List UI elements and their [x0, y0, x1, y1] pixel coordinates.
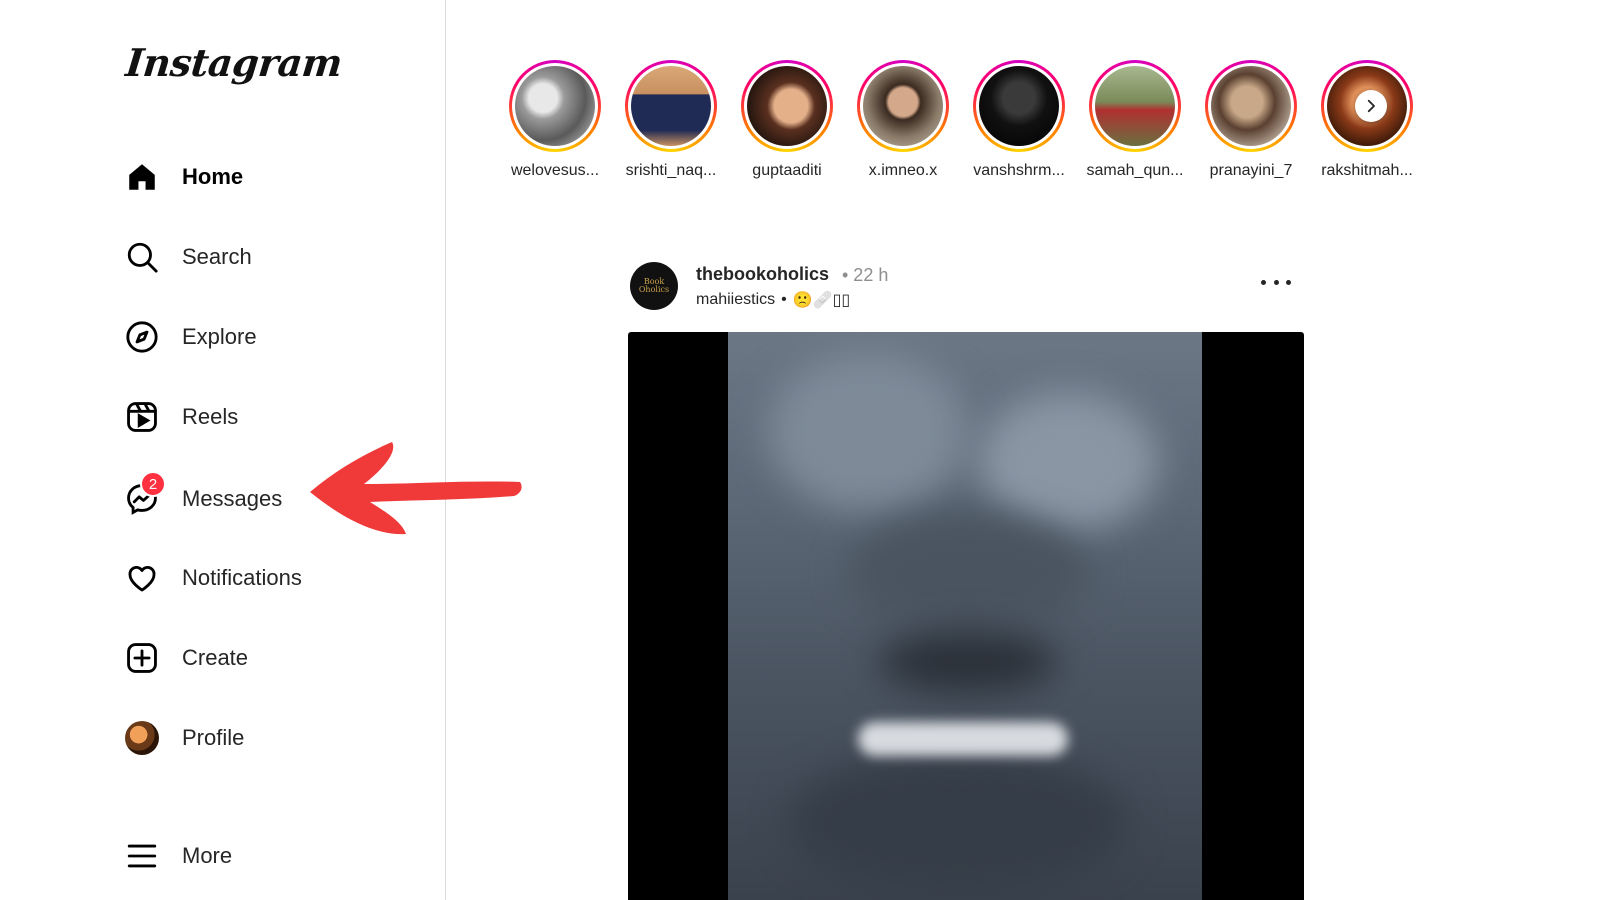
story-avatar [747, 66, 827, 146]
story-item[interactable]: pranayini_7 [1195, 60, 1307, 180]
sidebar-item-label: Explore [182, 324, 257, 349]
sidebar-item-reels[interactable]: Reels [124, 395, 384, 439]
sidebar-item-label: Create [182, 645, 249, 670]
story-avatar [863, 66, 943, 146]
home-icon [124, 159, 160, 195]
story-avatar [515, 66, 595, 146]
sidebar-item-search[interactable]: Search [124, 235, 384, 279]
sidebar-item-label: Messages [182, 486, 283, 511]
story-username: x.imneo.x [868, 162, 938, 179]
sidebar-item-more[interactable]: More [124, 834, 384, 878]
post-subline: mahiiestics • 🙁🩹▯▯ [696, 290, 850, 310]
story-item[interactable]: welovesus... [499, 60, 611, 180]
post-author-avatar[interactable]: Book Oholics [630, 262, 678, 310]
chevron-right-icon [1367, 99, 1375, 113]
story-username: guptaaditi [752, 162, 822, 179]
story-avatar [1095, 66, 1175, 146]
reels-icon [124, 399, 160, 435]
sidebar-item-label: More [182, 843, 233, 868]
search-icon [124, 239, 160, 275]
story-item[interactable]: x.imneo.x [847, 60, 959, 180]
stories-next-button[interactable] [1355, 90, 1387, 122]
sidebar-item-label: Home [182, 164, 244, 189]
story-item[interactable]: samah_qun... [1079, 60, 1191, 180]
menu-icon [124, 838, 160, 874]
sidebar-item-label: Reels [182, 404, 239, 429]
story-item[interactable]: vanshshrm... [963, 60, 1075, 180]
more-options-button[interactable] [1261, 272, 1291, 292]
more-dot-icon [1286, 279, 1291, 285]
post-video-frame [728, 332, 1202, 900]
post-subline-emojis: 🙁🩹▯▯ [792, 292, 851, 309]
unread-badge: 2 [140, 471, 166, 497]
story-username: welovesus... [510, 162, 600, 179]
stories-tray: welovesus... srishti_naq... guptaaditi x… [505, 60, 1415, 190]
avatar [124, 720, 160, 756]
story-avatar [1211, 66, 1291, 146]
more-dot-icon [1261, 279, 1266, 285]
annotation-arrow-icon [310, 442, 522, 535]
post-subline-separator: • [781, 291, 787, 308]
story-username: rakshitmah... [1321, 162, 1413, 179]
post-media[interactable] [628, 332, 1304, 900]
instagram-logo[interactable]: Instagram [124, 40, 345, 85]
blurred-caption [858, 722, 1068, 756]
sidebar-item-create[interactable]: Create [124, 636, 384, 680]
sidebar-item-notifications[interactable]: Notifications [124, 556, 384, 600]
story-avatar [979, 66, 1059, 146]
sidebar-item-label: Notifications [182, 565, 302, 590]
post-header: Book Oholics thebookoholics • 22 h mahii… [630, 258, 1305, 318]
sidebar-item-profile[interactable]: Profile [124, 716, 384, 760]
more-dot-icon [1273, 279, 1279, 285]
post-username[interactable]: thebookoholics [696, 264, 829, 285]
heart-icon [124, 560, 160, 596]
post-audio-user[interactable]: mahiiestics [696, 291, 775, 309]
story-username: srishti_naq... [625, 162, 717, 179]
messenger-icon: 2 [124, 471, 166, 517]
story-username: samah_qun... [1086, 162, 1184, 179]
story-avatar [631, 66, 711, 146]
sidebar-item-home[interactable]: Home [124, 155, 384, 199]
story-username: vanshshrm... [973, 162, 1065, 179]
story-username: pranayini_7 [1209, 162, 1293, 179]
post-timestamp: • 22 h [842, 265, 889, 285]
sidebar-item-label: Search [182, 244, 252, 269]
story-item[interactable]: srishti_naq... [615, 60, 727, 180]
feed-post: Book Oholics thebookoholics • 22 h mahii… [628, 258, 1305, 900]
compass-icon [124, 319, 160, 355]
sidebar-item-label: Profile [182, 725, 245, 750]
sidebar-item-explore[interactable]: Explore [124, 315, 384, 359]
plus-square-icon [124, 640, 160, 676]
story-item[interactable]: guptaaditi [731, 60, 843, 180]
